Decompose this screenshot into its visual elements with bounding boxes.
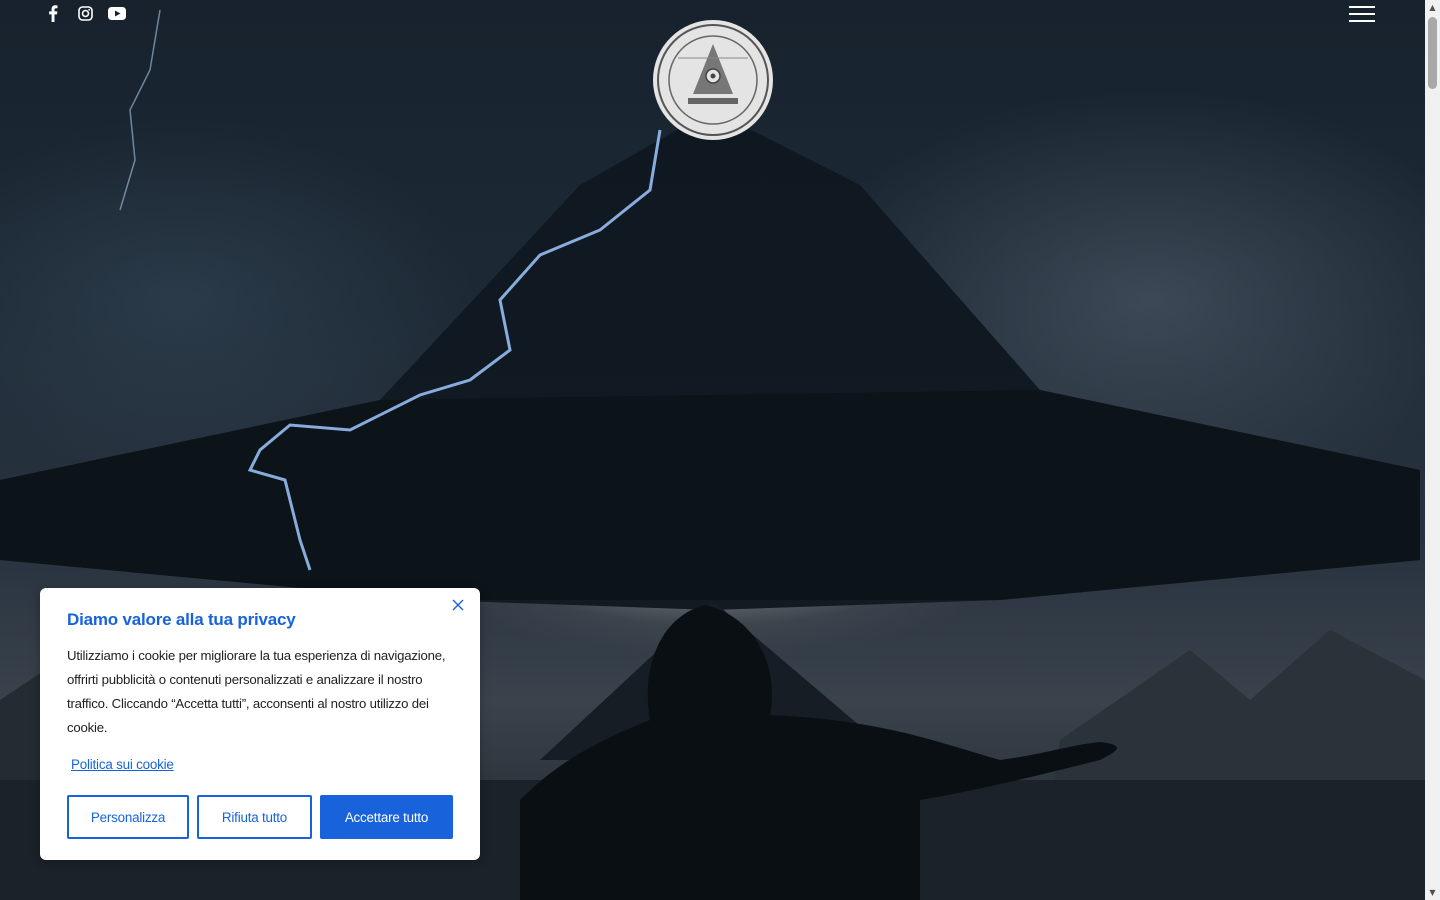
scroll-up-arrow[interactable]: ▲ bbox=[1425, 0, 1440, 15]
facebook-icon[interactable] bbox=[44, 4, 62, 22]
menu-line bbox=[1349, 6, 1375, 8]
youtube-icon[interactable] bbox=[108, 4, 126, 22]
menu-line bbox=[1349, 20, 1375, 22]
cookie-banner-message: Utilizziamo i cookie per migliorare la t… bbox=[67, 648, 446, 735]
cookie-button-group: Personalizza Rifiuta tutto Accettare tut… bbox=[67, 795, 453, 839]
cookie-consent-banner: Diamo valore alla tua privacy Utilizziam… bbox=[40, 588, 480, 860]
hamburger-menu-icon[interactable] bbox=[1349, 6, 1375, 22]
site-logo-seal[interactable] bbox=[648, 18, 778, 142]
reject-all-button[interactable]: Rifiuta tutto bbox=[197, 795, 312, 839]
cookie-policy-link[interactable]: Politica sui cookie bbox=[71, 757, 174, 772]
social-links bbox=[44, 4, 126, 22]
instagram-icon[interactable] bbox=[76, 4, 94, 22]
menu-line bbox=[1349, 13, 1375, 15]
accept-all-button[interactable]: Accettare tutto bbox=[320, 795, 453, 839]
lightning-bolt-left bbox=[119, 9, 161, 211]
cookie-banner-title: Diamo valore alla tua privacy bbox=[67, 610, 296, 629]
close-icon[interactable] bbox=[452, 598, 466, 612]
customize-button[interactable]: Personalizza bbox=[67, 795, 189, 839]
ship-underside bbox=[0, 390, 1420, 600]
scrollbar-thumb[interactable] bbox=[1428, 17, 1437, 89]
page-scrollbar[interactable]: ▲ ▼ bbox=[1425, 0, 1440, 900]
scroll-down-arrow[interactable]: ▼ bbox=[1425, 885, 1440, 900]
